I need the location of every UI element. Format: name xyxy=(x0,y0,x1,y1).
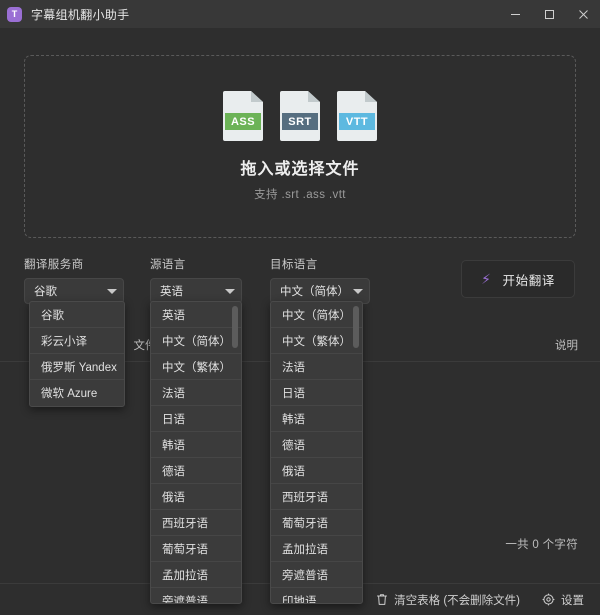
target-language-option[interactable]: 韩语 xyxy=(271,406,362,432)
target-language-option[interactable]: 俄语 xyxy=(271,458,362,484)
target-language-option[interactable]: 印地语 xyxy=(271,588,362,604)
gear-icon xyxy=(542,593,555,606)
dropzone-title: 拖入或选择文件 xyxy=(240,161,360,178)
settings-button[interactable]: 设置 xyxy=(542,592,584,608)
app-icon: T xyxy=(7,6,22,22)
source-language-label: 源语言 xyxy=(150,259,186,271)
clear-table-label: 清空表格 (不会删除文件) xyxy=(394,594,520,607)
source-language-option[interactable]: 法语 xyxy=(151,380,241,406)
minimize-button[interactable] xyxy=(498,0,532,28)
chevron-down-icon xyxy=(107,288,117,294)
target-language-option[interactable]: 孟加拉语 xyxy=(271,536,362,562)
provider-option[interactable]: 微软 Azure xyxy=(30,380,124,406)
provider-dropdown-menu[interactable]: 谷歌 彩云小译 俄罗斯 Yandex 微软 Azure xyxy=(29,301,125,407)
start-translate-label: 开始翻译 xyxy=(502,273,555,288)
close-button[interactable] xyxy=(566,0,600,28)
target-language-label: 目标语言 xyxy=(270,259,318,271)
file-dropzone[interactable]: ASS SRT VTT 拖入或选择文件 支持 .srt .ass .vtt xyxy=(24,55,576,238)
vtt-file-label: VTT xyxy=(339,113,375,130)
chevron-down-icon xyxy=(225,288,235,294)
ass-file-icon: ASS xyxy=(223,91,263,141)
provider-label: 翻译服务商 xyxy=(24,259,84,271)
character-count: 一共 0 个字符 xyxy=(505,539,578,551)
app-window: T 字幕组机翻小助手 ASS SRT VTT 拖入或选择文件 支持 .srt .… xyxy=(0,0,600,615)
source-language-group: 源语言 英语 xyxy=(150,256,242,304)
target-language-option[interactable]: 法语 xyxy=(271,354,362,380)
target-language-dropdown-menu[interactable]: 中文（简体） 中文（繁体） 法语 日语 韩语 德语 俄语 西班牙语 葡萄牙语 孟… xyxy=(270,301,363,604)
target-language-option[interactable]: 旁遮普语 xyxy=(271,562,362,588)
column-header-description: 说明 xyxy=(555,339,578,352)
start-translate-button[interactable]: ⚡ 开始翻译 xyxy=(461,260,575,298)
target-language-option[interactable]: 德语 xyxy=(271,432,362,458)
settings-label: 设置 xyxy=(561,594,584,607)
srt-file-icon: SRT xyxy=(280,91,320,141)
clear-table-button[interactable]: 清空表格 (不会删除文件) xyxy=(376,592,520,608)
lightning-bolt-icon: ⚡ xyxy=(481,271,492,287)
provider-option[interactable]: 谷歌 xyxy=(30,302,124,328)
trash-icon xyxy=(376,593,388,606)
provider-group: 翻译服务商 谷歌 xyxy=(24,256,124,304)
target-language-group: 目标语言 中文（简体） xyxy=(270,256,370,304)
window-controls xyxy=(498,0,600,28)
target-language-option[interactable]: 日语 xyxy=(271,380,362,406)
dropzone-subtitle: 支持 .srt .ass .vtt xyxy=(254,189,346,201)
target-language-option[interactable]: 中文（繁体） xyxy=(271,328,362,354)
source-language-option[interactable]: 韩语 xyxy=(151,432,241,458)
chevron-down-icon xyxy=(353,288,363,294)
title-bar: T 字幕组机翻小助手 xyxy=(0,0,600,28)
provider-option[interactable]: 彩云小译 xyxy=(30,328,124,354)
file-type-icons: ASS SRT VTT xyxy=(223,91,377,141)
source-language-option[interactable]: 英语 xyxy=(151,302,241,328)
source-language-select-value: 英语 xyxy=(160,286,183,298)
source-language-option[interactable]: 葡萄牙语 xyxy=(151,536,241,562)
target-language-scrollbar[interactable] xyxy=(353,306,359,348)
source-language-option[interactable]: 德语 xyxy=(151,458,241,484)
source-language-option[interactable]: 日语 xyxy=(151,406,241,432)
app-icon-letter: T xyxy=(11,8,18,19)
source-language-option[interactable]: 孟加拉语 xyxy=(151,562,241,588)
maximize-button[interactable] xyxy=(532,0,566,28)
source-language-option[interactable]: 西班牙语 xyxy=(151,510,241,536)
source-language-option[interactable]: 旁遮普语 xyxy=(151,588,241,604)
source-language-option[interactable]: 俄语 xyxy=(151,484,241,510)
target-language-option[interactable]: 葡萄牙语 xyxy=(271,510,362,536)
source-language-option[interactable]: 中文（繁体） xyxy=(151,354,241,380)
ass-file-label: ASS xyxy=(225,113,261,130)
srt-file-label: SRT xyxy=(282,113,318,130)
vtt-file-icon: VTT xyxy=(337,91,377,141)
provider-option[interactable]: 俄罗斯 Yandex xyxy=(30,354,124,380)
source-language-dropdown-menu[interactable]: 英语 中文（简体） 中文（繁体） 法语 日语 韩语 德语 俄语 西班牙语 葡萄牙… xyxy=(150,301,242,604)
window-title: 字幕组机翻小助手 xyxy=(31,7,130,22)
source-language-option[interactable]: 中文（简体） xyxy=(151,328,241,354)
target-language-select-value: 中文（简体） xyxy=(280,286,349,298)
target-language-option[interactable]: 西班牙语 xyxy=(271,484,362,510)
target-language-option[interactable]: 中文（简体） xyxy=(271,302,362,328)
main-content: ASS SRT VTT 拖入或选择文件 支持 .srt .ass .vtt 翻译… xyxy=(0,28,600,615)
provider-select-value: 谷歌 xyxy=(34,286,57,298)
source-language-scrollbar[interactable] xyxy=(232,306,238,348)
